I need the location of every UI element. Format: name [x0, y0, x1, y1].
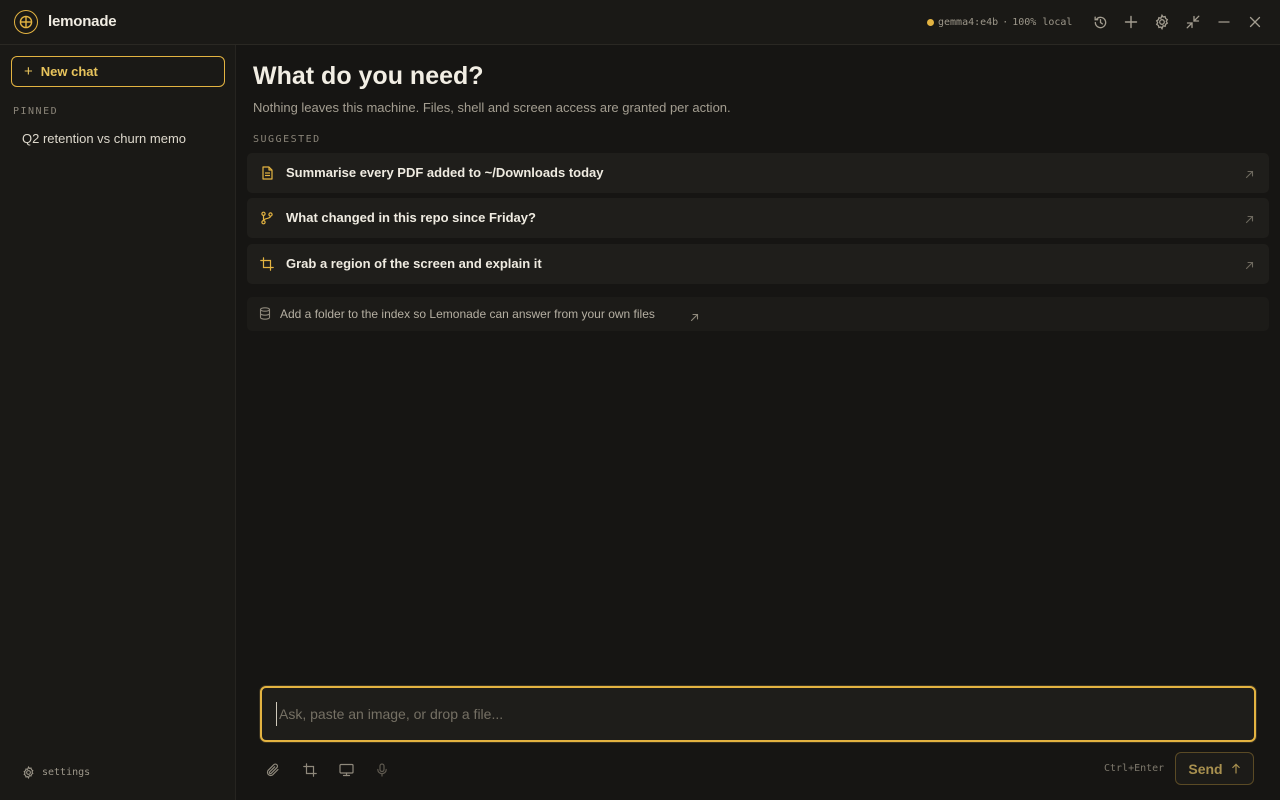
model-label: gemma4:e4b [938, 16, 999, 28]
monitor-icon[interactable] [337, 761, 355, 779]
arrow-up-right-icon [1245, 257, 1257, 270]
plus-icon: + [24, 63, 33, 80]
paperclip-icon[interactable] [264, 761, 282, 779]
document-icon [259, 165, 275, 181]
git-branch-icon [259, 210, 275, 226]
message-composer [260, 686, 1256, 742]
close-icon[interactable] [1245, 12, 1265, 32]
arrow-up-icon [1231, 763, 1240, 774]
sidebar: + New chat PINNED Q2 retention vs churn … [0, 45, 236, 800]
minimize-icon[interactable] [1214, 12, 1234, 32]
crop-icon [259, 256, 275, 272]
suggestion-repo-changes[interactable]: What changed in this repo since Friday? [247, 198, 1269, 238]
microphone-icon[interactable] [373, 761, 391, 779]
pinned-chat-label: Q2 retention vs churn memo [22, 130, 187, 146]
database-icon [259, 307, 271, 325]
plus-icon[interactable] [1121, 12, 1141, 32]
send-button[interactable]: Send [1175, 752, 1254, 785]
model-status[interactable]: gemma4:e4b · 100% local [927, 15, 1072, 29]
status-separator: · [1002, 16, 1009, 28]
gear-icon[interactable] [1152, 12, 1172, 32]
suggestion-label: Grab a region of the screen and explain … [286, 256, 542, 271]
locality-label: 100% local [1012, 16, 1073, 28]
suggestion-label: What changed in this repo since Friday? [286, 210, 536, 225]
gear-icon [23, 766, 34, 779]
message-input[interactable] [276, 702, 1236, 726]
new-chat-button[interactable]: + New chat [11, 56, 225, 87]
arrow-up-right-icon [1245, 166, 1257, 179]
crop-icon[interactable] [301, 761, 319, 779]
add-folder-index-link[interactable]: Add a folder to the index so Lemonade ca… [247, 297, 1269, 331]
suggestion-screen-region[interactable]: Grab a region of the screen and explain … [247, 244, 1269, 284]
suggestion-label: Summarise every PDF added to ~/Downloads… [286, 165, 604, 180]
title-bar: lemonade gemma4:e4b · 100% local [0, 0, 1280, 45]
send-shortcut-hint: Ctrl+Enter [1104, 763, 1165, 774]
suggestion-summarise-pdfs[interactable]: Summarise every PDF added to ~/Downloads… [247, 153, 1269, 193]
send-label: Send [1188, 760, 1223, 777]
new-chat-label: New chat [40, 64, 98, 79]
settings-link[interactable]: settings [22, 766, 90, 779]
app-title: lemonade [48, 13, 117, 30]
pinned-chat-item[interactable]: Q2 retention vs churn memo [11, 127, 225, 149]
arrow-up-right-icon [1245, 211, 1257, 224]
pinned-section-label: PINNED [13, 106, 59, 117]
history-icon[interactable] [1090, 12, 1110, 32]
collapse-icon[interactable] [1183, 12, 1203, 32]
page-title: What do you need? [253, 62, 484, 90]
main-panel: What do you need? Nothing leaves this ma… [237, 45, 1280, 800]
add-folder-index-label: Add a folder to the index so Lemonade ca… [280, 307, 655, 321]
lemonade-logo-icon [14, 10, 38, 34]
page-subtitle: Nothing leaves this machine. Files, shel… [253, 100, 731, 115]
settings-label: settings [42, 767, 91, 778]
suggested-section-label: SUGGESTED [253, 134, 321, 145]
status-dot [927, 18, 934, 26]
arrow-up-right-icon [690, 309, 699, 327]
